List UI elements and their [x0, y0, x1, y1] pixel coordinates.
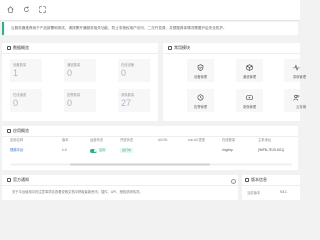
app-name[interactable]: 视频平台 [10, 146, 23, 155]
notice-bar: 云服务器推荐用于产品部署和测试，请按需开通服务相关功能，防止非授权用户访问，二次… [2, 22, 298, 35]
col-header: 在线数量 [222, 138, 236, 142]
stat-online-channels[interactable]: 在线通道 0 [10, 89, 42, 112]
tool-label: 录像管理 [292, 75, 306, 79]
clock-icon [197, 94, 204, 101]
app-online: ring/tsp [222, 148, 233, 152]
system-info-header: 版本信息 [242, 175, 300, 186]
status-toggle[interactable] [90, 148, 97, 153]
refresh-icon[interactable] [22, 5, 31, 14]
tool-cloud-storage[interactable]: 云存储 [284, 89, 306, 112]
tools-header: 常用模块 [163, 43, 300, 54]
announcement-text: 关于平台使用中的注意事项请查看说明文档中获取最新资讯，插件、API、授权说明情况… [12, 190, 143, 194]
stat-record-count[interactable]: 录像数量 27 [118, 89, 150, 112]
col-header: 版本 [62, 138, 69, 142]
home-icon[interactable] [6, 5, 15, 14]
chart-icon [7, 46, 11, 50]
stat-label: 设备数量 [13, 63, 27, 67]
tool-channel-manage[interactable]: 通道管理 [236, 59, 263, 82]
app-status: 启用 [99, 148, 106, 152]
grid-icon [168, 46, 172, 50]
tool-label: 录像管理 [242, 105, 257, 109]
col-header: 开放状态 [120, 138, 134, 142]
stat-label: 在线通道 [13, 93, 27, 97]
table-scrollbar[interactable] [10, 162, 292, 166]
tools-title: 常用模块 [174, 45, 190, 50]
stat-value: 0 [13, 98, 19, 108]
col-header: AK/SK [158, 138, 168, 142]
app-table-header: 应用名称 版本 运营状态 开放状态 AK/SK sub AK类型 在线数量 主机… [0, 136, 300, 145]
stat-channel-count[interactable]: 通道数量 0 [64, 59, 96, 82]
stat-alarm-count[interactable]: 告警数量 0 [64, 89, 96, 112]
stat-value: 0 [121, 68, 127, 78]
stat-label: 告警数量 [67, 93, 81, 97]
list-icon [7, 129, 11, 133]
version-label: 当前版本 [247, 191, 261, 195]
pulse-icon [293, 64, 300, 71]
col-header: 应用名称 [10, 138, 24, 142]
stat-value: 1 [13, 68, 19, 78]
data-overview-header: 数据概览 [2, 43, 158, 54]
stat-label: 通道数量 [67, 63, 81, 67]
table-row[interactable]: 视频平台 1.0 启用 运行中 ring/tsp [IMPB-7E25-5G1] [0, 146, 300, 155]
col-header: 运营状态 [90, 138, 104, 142]
col-header: 主机地址 [258, 138, 272, 142]
app-panel-title: 应用概览 [13, 128, 29, 133]
system-info-title: 版本信息 [251, 177, 267, 182]
stat-value: 0 [67, 98, 73, 108]
users-icon [293, 94, 300, 101]
app-host: [IMPB-7E25-5G1] [258, 148, 285, 152]
data-overview-card: 数据概览 设备数量 1 通道数量 0 在线设备 0 在线通道 0 告警数量 0 … [2, 43, 158, 121]
data-overview-title: 数据概览 [13, 45, 29, 50]
top-toolbar [0, 0, 300, 21]
stat-label: 在线设备 [121, 63, 135, 67]
cube-icon [246, 64, 253, 71]
bell-icon [7, 178, 11, 182]
shield-icon [197, 64, 204, 71]
info-icon [245, 178, 249, 182]
announcement-title: 官方通知 [13, 177, 29, 182]
stat-value: 0 [67, 68, 73, 78]
notice-text: 云服务器推荐用于产品部署和测试，请按需开通服务相关功能，防止非授权用户访问，二次… [11, 26, 227, 30]
stat-online-devices[interactable]: 在线设备 0 [118, 59, 150, 82]
tool-label: 设备管理 [193, 75, 208, 79]
tool-video-manage[interactable]: 录像管理 [236, 89, 263, 112]
announcement-card: 官方通知 关于平台使用中的注意事项请查看说明文档中获取最新资讯，插件、API、授… [2, 175, 238, 200]
announcement-header: 官方通知 [2, 175, 238, 186]
col-header: sub AK类型 [188, 138, 206, 142]
tool-label: 告警管理 [193, 105, 208, 109]
tools-card: 常用模块 设备管理 通道管理 录像管理 告警管理 录像管理 云存储 [163, 43, 306, 121]
tool-alarm-manage[interactable]: 告警管理 [187, 89, 214, 112]
video-icon [246, 95, 253, 100]
stat-device-count[interactable]: 设备数量 1 [10, 59, 42, 82]
version-value: V3.1 [280, 190, 287, 194]
tool-record-manage[interactable]: 录像管理 [284, 59, 306, 82]
tool-device-manage[interactable]: 设备管理 [187, 59, 214, 82]
tool-label: 云存储 [296, 105, 306, 109]
tool-label: 通道管理 [242, 75, 257, 79]
expand-icon[interactable] [38, 5, 47, 14]
system-info-card: 版本信息 当前版本 V3.1 [242, 175, 300, 200]
stat-label: 录像数量 [121, 93, 135, 97]
app-version: 1.0 [62, 148, 67, 152]
announcement-info-icon[interactable]: i [231, 179, 236, 184]
open-status-badge: 运行中 [120, 148, 134, 153]
stat-value: 27 [121, 98, 132, 108]
